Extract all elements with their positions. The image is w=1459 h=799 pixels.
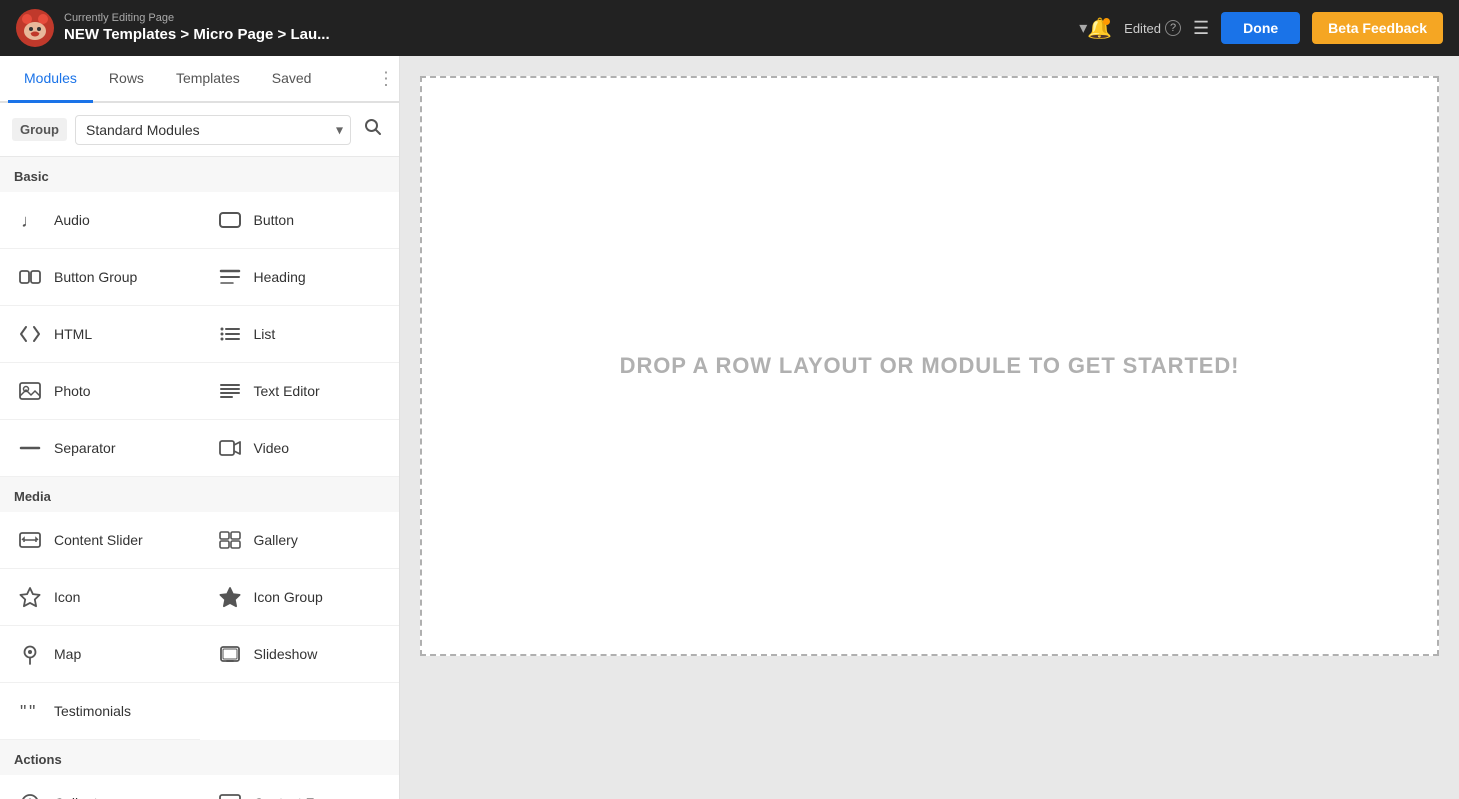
tab-saved[interactable]: Saved: [256, 56, 328, 103]
module-item-list[interactable]: List: [200, 306, 400, 363]
module-label-map: Map: [54, 646, 81, 662]
module-label-testimonials: Testimonials: [54, 703, 131, 719]
photo-icon: [16, 377, 44, 405]
main-layout: Modules Rows Templates Saved ⋮ Group Sta…: [0, 56, 1459, 799]
audio-icon: ♩: [16, 206, 44, 234]
topbar-subtitle: Currently Editing Page: [64, 12, 1073, 25]
module-item-heading[interactable]: Heading: [200, 249, 400, 306]
module-label-icon-group: Icon Group: [254, 589, 323, 605]
module-item-callout[interactable]: Callout: [0, 775, 200, 799]
module-item-button[interactable]: Button: [200, 192, 400, 249]
beta-feedback-button[interactable]: Beta Feedback: [1312, 12, 1443, 44]
module-item-separator[interactable]: Separator: [0, 420, 200, 477]
list-view-icon[interactable]: ☰: [1193, 18, 1209, 39]
heading-icon: [216, 263, 244, 291]
module-item-content-slider[interactable]: Content Slider: [0, 512, 200, 569]
svg-text:♩: ♩: [21, 211, 39, 231]
icon-module-icon: [16, 583, 44, 611]
contact-form-icon: [216, 789, 244, 799]
canvas-page[interactable]: DROP A ROW LAYOUT OR MODULE TO GET START…: [420, 76, 1439, 656]
module-label-video: Video: [254, 440, 290, 456]
button-group-icon: [16, 263, 44, 291]
module-item-gallery[interactable]: Gallery: [200, 512, 400, 569]
tab-modules[interactable]: Modules: [8, 56, 93, 103]
module-label-audio: Audio: [54, 212, 90, 228]
section-header-media: Media: [0, 477, 399, 512]
module-item-video[interactable]: Video: [200, 420, 400, 477]
testimonials-icon: " ": [16, 697, 44, 725]
sidebar-tabs: Modules Rows Templates Saved ⋮: [0, 56, 399, 103]
topbar-title: NEW Templates > Micro Page > Lau...: [64, 25, 1073, 45]
section-header-basic: Basic: [0, 157, 399, 192]
section-header-actions: Actions: [0, 740, 399, 775]
module-item-text-editor[interactable]: Text Editor: [200, 363, 400, 420]
content-slider-icon: [16, 526, 44, 554]
list-icon: [216, 320, 244, 348]
module-label-heading: Heading: [254, 269, 306, 285]
topbar-dropdown-chevron[interactable]: ▾: [1079, 18, 1087, 38]
notification-dot: [1103, 18, 1110, 25]
module-item-testimonials[interactable]: " " Testimonials: [0, 683, 200, 740]
module-label-photo: Photo: [54, 383, 91, 399]
group-label: Group: [12, 118, 67, 141]
module-label-callout: Callout: [54, 795, 98, 799]
module-label-html: HTML: [54, 326, 92, 342]
module-item-html[interactable]: HTML: [0, 306, 200, 363]
module-item-contact-form[interactable]: Contact Form: [200, 775, 400, 799]
map-icon: [16, 640, 44, 668]
module-label-icon: Icon: [54, 589, 80, 605]
module-item-button-group[interactable]: Button Group: [0, 249, 200, 306]
module-label-gallery: Gallery: [254, 532, 298, 548]
module-item-slideshow[interactable]: Slideshow: [200, 626, 400, 683]
sidebar-drag-handle-icon[interactable]: ⋮: [377, 68, 395, 89]
topbar: Currently Editing Page NEW Templates > M…: [0, 0, 1459, 56]
video-icon: [216, 434, 244, 462]
icon-group-icon: [216, 583, 244, 611]
search-button[interactable]: [359, 113, 387, 146]
html-icon: [16, 320, 44, 348]
module-label-text-editor: Text Editor: [254, 383, 320, 399]
callout-icon: [16, 789, 44, 799]
edited-status: Edited ?: [1124, 20, 1181, 36]
topbar-title-group: Currently Editing Page NEW Templates > M…: [64, 12, 1073, 45]
module-item-map[interactable]: Map: [0, 626, 200, 683]
tab-templates[interactable]: Templates: [160, 56, 256, 103]
edited-help-icon[interactable]: ?: [1165, 20, 1181, 36]
group-select[interactable]: Standard Modules Custom Modules: [75, 115, 351, 145]
search-icon: [363, 117, 383, 137]
module-item-audio[interactable]: ♩ Audio: [0, 192, 200, 249]
actions-module-grid: Callout Contact Form: [0, 775, 399, 799]
tab-rows[interactable]: Rows: [93, 56, 160, 103]
svg-text:": ": [20, 702, 26, 720]
module-label-contact-form: Contact Form: [254, 795, 339, 799]
module-label-content-slider: Content Slider: [54, 532, 143, 548]
module-label-button: Button: [254, 212, 294, 228]
topbar-right: 🔔 Edited ? ☰ Done Beta Feedback: [1087, 12, 1443, 44]
module-item-icon-group[interactable]: Icon Group: [200, 569, 400, 626]
text-editor-icon: [216, 377, 244, 405]
module-label-button-group: Button Group: [54, 269, 137, 285]
slideshow-icon: [216, 640, 244, 668]
canvas-area: DROP A ROW LAYOUT OR MODULE TO GET START…: [400, 56, 1459, 799]
module-item-photo[interactable]: Photo: [0, 363, 200, 420]
gallery-icon: [216, 526, 244, 554]
separator-icon: [16, 434, 44, 462]
group-selector: Group Standard Modules Custom Modules ▾: [0, 103, 399, 157]
button-icon: [216, 206, 244, 234]
logo-icon: [16, 9, 54, 47]
svg-text:": ": [29, 702, 35, 720]
module-label-separator: Separator: [54, 440, 115, 456]
sidebar: Modules Rows Templates Saved ⋮ Group Sta…: [0, 56, 400, 799]
media-module-grid: Content Slider Gallery: [0, 512, 399, 740]
done-button[interactable]: Done: [1221, 12, 1300, 44]
module-label-list: List: [254, 326, 276, 342]
module-item-icon[interactable]: Icon: [0, 569, 200, 626]
basic-module-grid: ♩ Audio Button: [0, 192, 399, 477]
group-select-wrapper: Standard Modules Custom Modules ▾: [75, 115, 351, 145]
edited-label: Edited: [1124, 21, 1161, 36]
module-label-slideshow: Slideshow: [254, 646, 318, 662]
canvas-placeholder: DROP A ROW LAYOUT OR MODULE TO GET START…: [620, 353, 1240, 379]
module-list: Basic ♩ Audio Butto: [0, 157, 399, 799]
notification-bell-icon[interactable]: 🔔: [1087, 16, 1112, 41]
